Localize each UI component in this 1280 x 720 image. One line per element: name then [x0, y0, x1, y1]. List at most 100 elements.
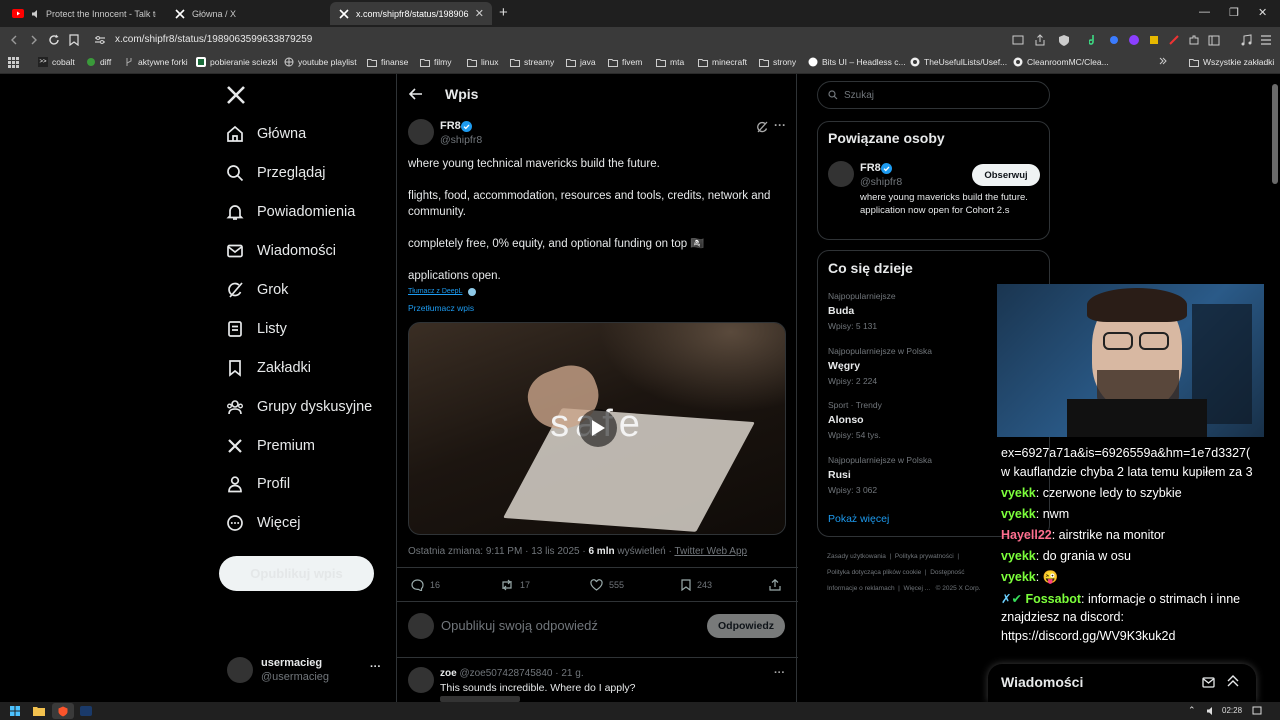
reply-author-name[interactable]: zoe — [440, 668, 457, 679]
trend-item[interactable]: Najpopularniejsze Buda Wpisy: 5 131 — [828, 291, 896, 331]
repost-action[interactable]: 17 — [500, 579, 530, 591]
like-action[interactable]: 555 — [590, 579, 624, 591]
nav-item-profile[interactable]: Profil — [226, 475, 290, 493]
show-more-link[interactable]: Pokaż więcej — [828, 513, 889, 525]
translated-by-link[interactable]: Tłumacz z DeepL — [408, 288, 462, 295]
reply-more-icon[interactable]: ··· — [774, 667, 785, 679]
close-window-icon[interactable]: ✕ — [1258, 6, 1267, 19]
post-more-icon[interactable]: ··· — [774, 118, 786, 132]
related-name[interactable]: FR8 — [860, 162, 881, 174]
search-input[interactable]: Szukaj — [817, 81, 1050, 109]
post-button[interactable]: Opublikuj wpis — [219, 556, 374, 591]
share-icon[interactable] — [1032, 32, 1048, 48]
bookmark-folder-minecraft[interactable]: minecraft — [698, 57, 747, 67]
trend-item[interactable]: Najpopularniejsze w Polska Węgry Wpisy: … — [828, 346, 932, 386]
brave-shield-icon[interactable] — [1056, 32, 1072, 48]
minimize-icon[interactable]: — — [1199, 6, 1210, 18]
bookmark-folder-finanse[interactable]: finanse — [367, 57, 408, 67]
bookmark-theusefullists[interactable]: TheUsefulLists/Usef... — [910, 57, 1007, 67]
reply-action[interactable]: 16 — [411, 579, 440, 591]
reply-author-handle[interactable]: @zoe507428745840 — [459, 668, 552, 679]
reply-input[interactable]: Opublikuj swoją odpowiedź — [441, 618, 598, 633]
media-icon[interactable] — [1238, 32, 1254, 48]
bookmark-bits-ui[interactable]: Bits UI – Headless c... — [808, 57, 906, 67]
site-info-icon[interactable] — [92, 32, 108, 48]
play-icon[interactable] — [579, 409, 617, 447]
brave-taskbar-icon[interactable] — [52, 703, 74, 719]
bookmark-folder-mta[interactable]: mta — [656, 57, 684, 67]
app-taskbar-icon[interactable] — [80, 706, 92, 716]
bookmark-folder-streamy[interactable]: streamy — [510, 57, 554, 67]
tray-chevron-icon[interactable]: ⌃ — [1188, 705, 1196, 716]
footer-link[interactable]: Informacje o reklamach — [827, 585, 895, 592]
close-tab-icon[interactable]: ✕ — [475, 7, 484, 20]
nav-item-more[interactable]: Więcej — [226, 514, 301, 532]
all-bookmarks-folder[interactable]: Wszystkie zakładki — [1189, 57, 1274, 67]
restore-icon[interactable]: ❐ — [1229, 6, 1239, 19]
post-timestamp[interactable]: Ostatnia zmiana: 9:11 PM · 13 lis 2025 — [408, 546, 580, 557]
author-handle[interactable]: @shipfr8 — [440, 134, 482, 146]
menu-icon[interactable] — [1258, 32, 1274, 48]
related-avatar[interactable] — [828, 161, 854, 187]
back-arrow-icon[interactable] — [409, 88, 423, 100]
follow-button[interactable]: Obserwuj — [972, 164, 1040, 186]
extension-yellow-icon[interactable] — [1146, 32, 1162, 48]
extensions-puzzle-icon[interactable] — [1186, 32, 1202, 48]
nav-item-home[interactable]: Główna — [226, 125, 306, 143]
nav-item-premium[interactable]: Premium — [226, 437, 315, 455]
account-more-icon[interactable]: ··· — [370, 661, 381, 673]
video-player[interactable]: safe — [408, 322, 786, 535]
translate-post-link[interactable]: Przetłumacz wpis — [408, 303, 474, 313]
footer-link[interactable]: Zasady użytkowania — [827, 553, 886, 560]
scrollbar-thumb[interactable] — [1272, 84, 1278, 184]
footer-link[interactable]: Polityka prywatności — [895, 553, 954, 560]
forward-icon[interactable] — [26, 32, 42, 48]
nav-item-notifications[interactable]: Powiadomienia — [226, 203, 355, 221]
bookmark-action[interactable]: 243 — [681, 579, 712, 591]
nav-item-bookmarks[interactable]: Zakładki — [226, 359, 311, 377]
file-explorer-icon[interactable] — [33, 706, 45, 716]
clock[interactable]: 02:28 — [1222, 706, 1242, 715]
expand-up-icon[interactable] — [1227, 675, 1239, 687]
extension-red-icon[interactable] — [1166, 32, 1182, 48]
author-avatar[interactable] — [408, 119, 434, 145]
bookmark-cobalt[interactable]: >> cobalt — [38, 57, 75, 67]
tab-youtube[interactable]: Protect the Innocent - Talk to Me — [4, 2, 164, 25]
trend-item[interactable]: Najpopularniejsze w Polska Rusi Wpisy: 3… — [828, 455, 932, 495]
messages-drawer[interactable]: Wiadomości — [988, 664, 1256, 702]
trend-item[interactable]: Sport · Trendy Alonso Wpisy: 54 tys. — [828, 400, 882, 440]
new-tab-button[interactable]: + — [499, 4, 508, 21]
compose-message-icon[interactable] — [1202, 676, 1216, 689]
reply-time[interactable]: · 21 g. — [555, 668, 583, 679]
apps-grid-icon[interactable] — [8, 57, 19, 68]
reply-author-avatar[interactable] — [408, 667, 434, 693]
footer-link[interactable]: Więcej ... — [903, 585, 930, 592]
bookmark-aktywne-forki[interactable]: aktywne forki — [124, 57, 188, 67]
extension-blue-icon[interactable] — [1106, 32, 1122, 48]
speaker-icon[interactable] — [30, 8, 42, 20]
bookmark-youtube-playlist[interactable]: youtube playlist — [284, 57, 357, 67]
nav-item-messages[interactable]: Wiadomości — [226, 242, 336, 260]
cast-icon[interactable] — [1010, 32, 1026, 48]
windows-start-icon[interactable] — [10, 706, 20, 716]
footer-link[interactable]: Polityka dotycząca plików cookie — [827, 569, 921, 576]
nav-item-communities[interactable]: Grupy dyskusyjne — [226, 398, 372, 416]
grok-icon[interactable] — [756, 121, 768, 133]
tab-x-status[interactable]: x.com/shipfr8/status/198906359 ✕ — [330, 2, 492, 25]
chevron-right-icon[interactable] — [1159, 57, 1167, 65]
footer-link[interactable]: Dostępność — [930, 569, 964, 576]
nav-item-grok[interactable]: Grok — [226, 281, 288, 299]
nav-item-lists[interactable]: Listy — [226, 320, 287, 338]
share-icon[interactable] — [769, 579, 781, 591]
sidebar-icon[interactable] — [1206, 32, 1222, 48]
bookmark-folder-linux[interactable]: linux — [467, 57, 498, 67]
bookmark-folder-filmy[interactable]: filmy — [420, 57, 451, 67]
bookmark-folder-java[interactable]: java — [566, 57, 596, 67]
volume-icon[interactable] — [1206, 706, 1216, 716]
reply-button[interactable]: Odpowiedz — [707, 614, 785, 638]
bookmark-folder-fivem[interactable]: fivem — [608, 57, 642, 67]
related-handle[interactable]: @shipfr8 — [860, 176, 902, 188]
reload-icon[interactable] — [46, 32, 62, 48]
x-logo-icon[interactable] — [226, 85, 246, 105]
tab-x-home[interactable]: Główna / X — [166, 2, 328, 25]
